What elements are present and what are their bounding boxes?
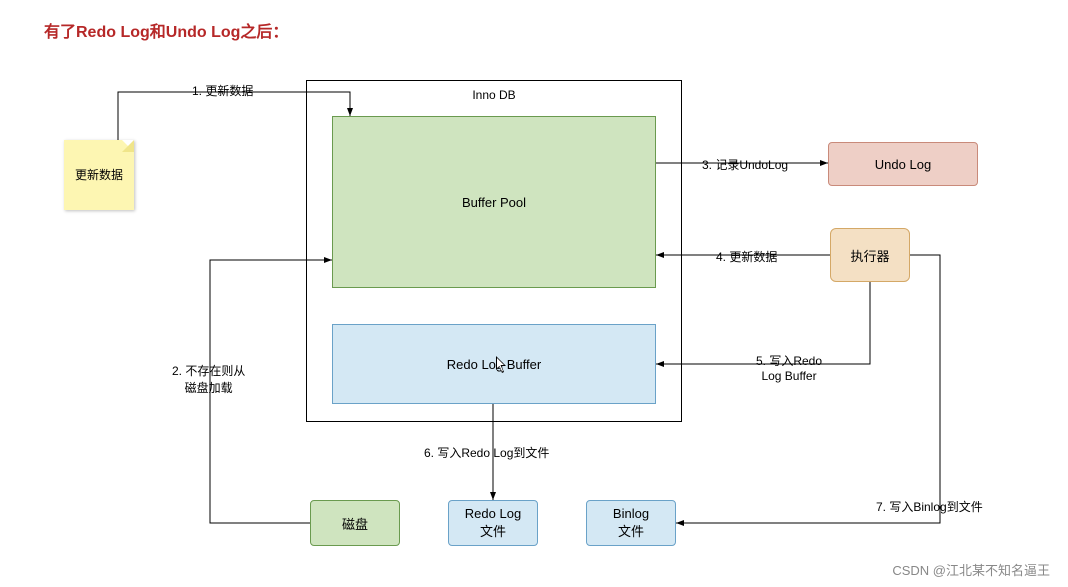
executor-box: 执行器 bbox=[830, 228, 910, 282]
buffer-pool-box: Buffer Pool bbox=[332, 116, 656, 288]
binlog-file-label: Binlog 文件 bbox=[613, 506, 649, 540]
undo-log-box: Undo Log bbox=[828, 142, 978, 186]
disk-box: 磁盘 bbox=[310, 500, 400, 546]
buffer-pool-label: Buffer Pool bbox=[462, 195, 526, 210]
watermark: CSDN @江北某不知名逼王 bbox=[892, 560, 1050, 579]
edge-7-label: 7. 写入Binlog到文件 bbox=[876, 498, 983, 515]
edge-3-label: 3. 记录UndoLog bbox=[702, 156, 788, 173]
page-title: 有了Redo Log和Undo Log之后： bbox=[44, 18, 288, 42]
executor-label: 执行器 bbox=[850, 246, 889, 265]
edge-4-label: 4. 更新数据 bbox=[716, 248, 777, 265]
redo-log-file-label: Redo Log 文件 bbox=[465, 506, 521, 540]
note-label: 更新数据 bbox=[64, 166, 134, 183]
edge-1-label: 1. 更新数据 bbox=[192, 82, 253, 99]
edge-2-label: 2. 不存在则从 磁盘加载 bbox=[172, 362, 245, 396]
innodb-label: Inno DB bbox=[306, 88, 682, 102]
redo-log-buffer-box: Redo Log Buffer bbox=[332, 324, 656, 404]
redo-log-buffer-label: Redo Log Buffer bbox=[447, 357, 541, 372]
undo-log-label: Undo Log bbox=[875, 157, 931, 172]
edge-5-label: 5. 写入Redo Log Buffer bbox=[756, 352, 822, 383]
update-data-note: 更新数据 bbox=[64, 140, 134, 210]
edge-6-label: 6. 写入Redo Log到文件 bbox=[424, 444, 549, 461]
redo-log-file-box: Redo Log 文件 bbox=[448, 500, 538, 546]
disk-label: 磁盘 bbox=[342, 514, 368, 533]
binlog-file-box: Binlog 文件 bbox=[586, 500, 676, 546]
